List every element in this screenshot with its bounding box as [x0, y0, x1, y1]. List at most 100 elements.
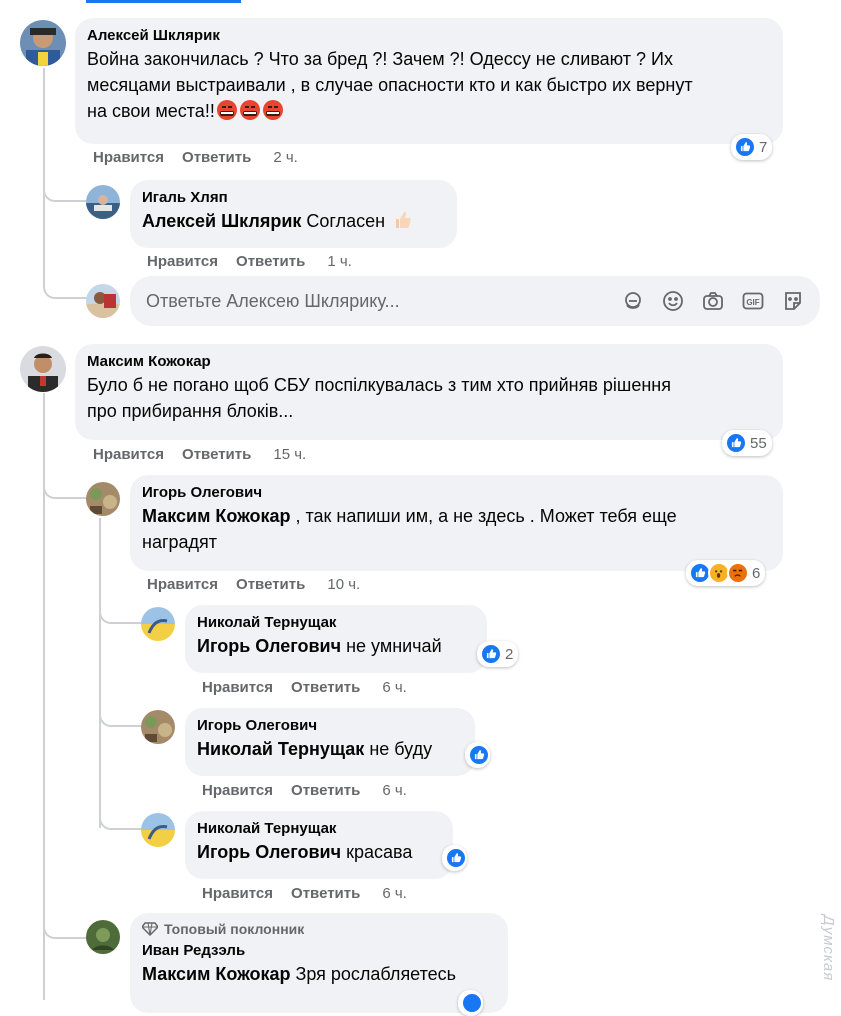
reply-input[interactable]: Ответьте Алексею Шклярику... GIF	[130, 276, 820, 326]
gif-icon[interactable]: GIF	[742, 290, 764, 312]
thread-connector	[43, 920, 89, 939]
thumbs-up-emoji	[390, 211, 413, 231]
comment-text: красава	[341, 842, 413, 862]
like-icon	[461, 992, 483, 1014]
comment-author[interactable]: Николай Тернущак	[197, 613, 475, 633]
reply-button[interactable]: Ответить	[291, 679, 360, 696]
mention-link[interactable]: Игорь Олегович	[197, 842, 341, 862]
avatar[interactable]	[86, 185, 120, 219]
angry-icon	[727, 562, 749, 584]
comment-author[interactable]: Николай Тернущак	[197, 819, 441, 839]
comment-bubble: Николай Тернущак Игорь Олегович красава	[185, 811, 453, 879]
current-user-avatar	[86, 284, 120, 318]
like-icon	[468, 744, 490, 766]
comment-actions: Нравится Ответить 15 ч.	[93, 446, 324, 463]
reaction-summary[interactable]: 7	[731, 134, 773, 160]
avatar[interactable]	[86, 482, 120, 516]
like-button[interactable]: Нравится	[147, 576, 218, 593]
comment-text: Согласен	[301, 211, 386, 231]
like-button[interactable]: Нравится	[147, 253, 218, 270]
comment-actions: Нравится Ответить 6 ч.	[202, 782, 425, 799]
like-button[interactable]: Нравится	[93, 446, 164, 463]
timestamp[interactable]: 6 ч.	[382, 679, 407, 696]
like-icon	[480, 643, 502, 665]
comment-author[interactable]: Игаль Хляп	[142, 188, 445, 208]
thread-connector	[43, 480, 89, 499]
reaction-summary[interactable]: 6	[686, 560, 766, 586]
comment-text: Война закончилась ? Что за бред ?! Зачем…	[87, 49, 693, 121]
avatar-sticker-icon[interactable]	[622, 290, 644, 312]
like-icon	[445, 847, 467, 869]
timestamp[interactable]: 1 ч.	[327, 253, 352, 270]
avatar[interactable]	[86, 920, 120, 954]
comment-actions: Нравится Ответить 6 ч.	[202, 885, 425, 902]
reply-button[interactable]: Ответить	[291, 782, 360, 799]
reply-button[interactable]: Ответить	[182, 149, 251, 166]
avatar[interactable]	[141, 813, 175, 847]
avatar[interactable]	[141, 607, 175, 641]
comment-actions: Нравится Ответить 2 ч.	[93, 149, 316, 166]
thread-line	[99, 518, 101, 828]
camera-icon[interactable]	[702, 290, 724, 312]
comment-text: , так напиши им, а не здесь . Может тебя…	[290, 506, 677, 526]
svg-text:GIF: GIF	[746, 298, 759, 307]
comment-author[interactable]: Игорь Олегович	[142, 483, 771, 503]
reaction-summary[interactable]: 2	[477, 641, 519, 667]
diamond-icon	[142, 922, 158, 936]
comment-bubble: Игорь Олегович Максим Кожокар , так напи…	[130, 475, 783, 571]
like-icon	[725, 432, 747, 454]
reaction-summary[interactable]: 55	[722, 430, 772, 456]
mention-link[interactable]: Максим Кожокар	[142, 964, 290, 984]
reply-button[interactable]: Ответить	[236, 253, 305, 270]
like-button[interactable]: Нравится	[202, 782, 273, 799]
comment-author[interactable]: Иван Редзэль	[142, 941, 496, 961]
avatar[interactable]	[20, 20, 66, 66]
thread-connector	[99, 605, 143, 624]
sticker-icon[interactable]	[782, 290, 804, 312]
like-button[interactable]: Нравится	[202, 679, 273, 696]
emoji-icon[interactable]	[662, 290, 684, 312]
mention-link[interactable]: Игорь Олегович	[197, 636, 341, 656]
thread-connector	[43, 280, 89, 299]
angry-face-emoji	[215, 100, 284, 121]
comment-bubble: Николай Тернущак Игорь Олегович не умнич…	[185, 605, 487, 673]
mention-link[interactable]: Николай Тернущак	[197, 739, 364, 759]
thread-line	[43, 68, 45, 283]
reaction-summary[interactable]	[465, 742, 490, 768]
watermark: Думская	[820, 915, 837, 982]
like-button[interactable]: Нравится	[202, 885, 273, 902]
timestamp[interactable]: 6 ч.	[382, 782, 407, 799]
mention-link[interactable]: Максим Кожокар	[142, 506, 290, 526]
reply-placeholder: Ответьте Алексею Шклярику...	[146, 290, 400, 311]
comment-bubble: Топовый поклонник Иван Редзэль Максим Ко…	[130, 913, 508, 1013]
reply-button[interactable]: Ответить	[291, 885, 360, 902]
comment-bubble: Алексей Шклярик Война закончилась ? Что …	[75, 18, 783, 144]
comment-text: Зря рослабляетесь	[290, 964, 457, 984]
timestamp[interactable]: 6 ч.	[382, 885, 407, 902]
like-button[interactable]: Нравится	[93, 149, 164, 166]
comment-text: не буду	[364, 739, 433, 759]
comment-bubble: Игаль Хляп Алексей Шклярик Согласен	[130, 180, 457, 248]
mention-link[interactable]: Алексей Шклярик	[142, 211, 301, 231]
comment-bubble: Максим Кожокар Було б не погано щоб СБУ …	[75, 344, 783, 440]
avatar[interactable]	[141, 710, 175, 744]
comment-text: Було б не погано щоб СБУ поспілкувалась …	[87, 375, 671, 421]
top-fan-badge[interactable]: Топовый поклонник	[142, 921, 496, 937]
comment-author[interactable]: Алексей Шклярик	[87, 26, 771, 46]
reaction-summary[interactable]	[458, 990, 483, 1016]
comment-author[interactable]: Максим Кожокар	[87, 352, 771, 372]
reply-button[interactable]: Ответить	[182, 446, 251, 463]
thread-connector	[99, 708, 143, 727]
avatar[interactable]	[20, 346, 66, 392]
comment-actions: Нравится Ответить 10 ч.	[147, 576, 378, 593]
comment-actions: Нравится Ответить 1 ч.	[147, 253, 370, 270]
like-icon	[734, 136, 756, 158]
reaction-summary[interactable]	[442, 845, 467, 871]
thread-connector	[43, 183, 89, 202]
comment-author[interactable]: Игорь Олегович	[197, 716, 463, 736]
timestamp[interactable]: 10 ч.	[327, 576, 360, 593]
timestamp[interactable]: 15 ч.	[273, 446, 306, 463]
active-tab-indicator	[86, 0, 241, 3]
timestamp[interactable]: 2 ч.	[273, 149, 298, 166]
reply-button[interactable]: Ответить	[236, 576, 305, 593]
